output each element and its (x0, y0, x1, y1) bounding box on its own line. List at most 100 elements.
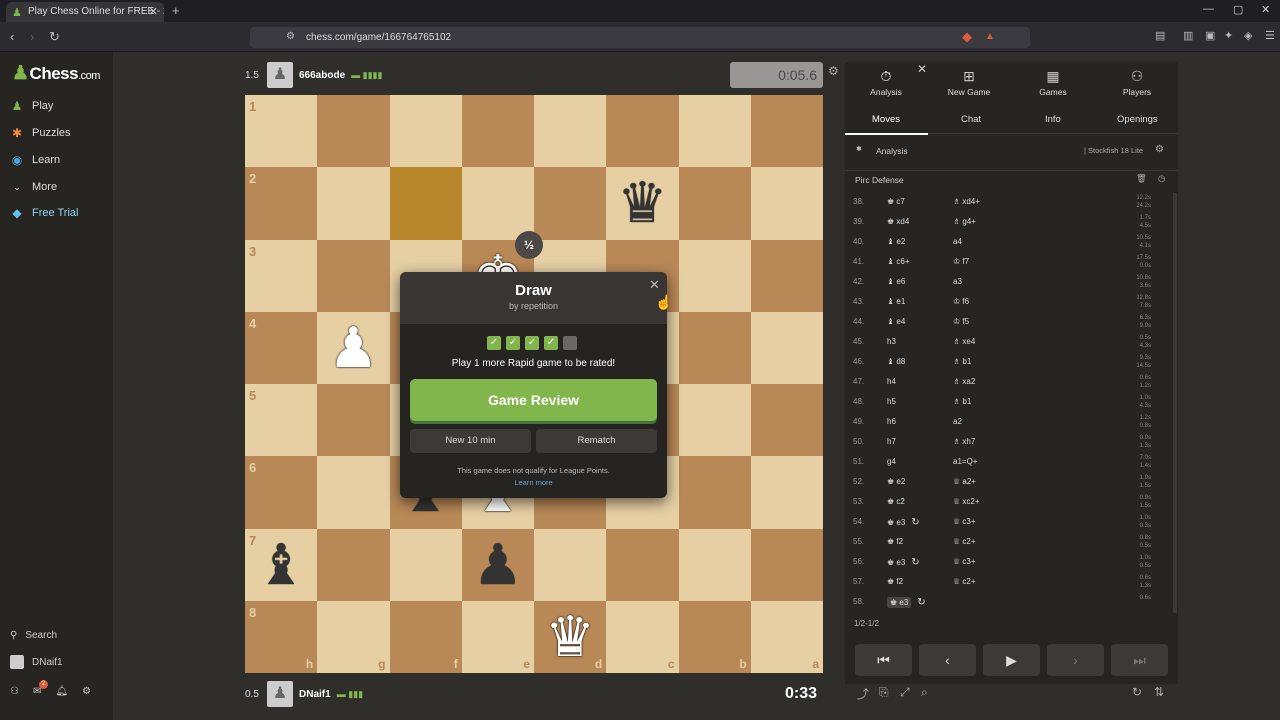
move-list-scrollbar[interactable] (1173, 193, 1177, 613)
board-square[interactable] (317, 384, 390, 457)
board-square[interactable]: 2 (245, 167, 318, 240)
play-moves-button[interactable]: ▶ (983, 644, 1040, 676)
board-square[interactable]: ♟ (461, 528, 534, 601)
board-square[interactable]: f (389, 600, 462, 673)
white-move[interactable]: g4 (887, 457, 896, 466)
white-move[interactable]: ♚ f2 (887, 577, 903, 586)
bell-icon[interactable]: 🔔︎ (55, 686, 68, 697)
next-move-button[interactable]: › (1047, 644, 1104, 676)
board-square[interactable]: ♛ (606, 167, 679, 240)
sidebar-toggle-icon[interactable]: ▤ (1155, 29, 1165, 42)
white-piece[interactable]: ♟ (317, 312, 389, 384)
black-move[interactable]: ♗ xe4 (953, 337, 975, 346)
white-move[interactable]: ♚ e3 ↻ (887, 517, 920, 528)
black-move[interactable]: ♕ c2+ (953, 577, 976, 586)
refresh-icon[interactable]: ↻ (1132, 685, 1142, 699)
prev-move-button[interactable]: ‹ (919, 644, 976, 676)
share-icon[interactable]: ⤴ (857, 685, 869, 702)
white-move[interactable]: h3 (887, 337, 896, 346)
black-move[interactable]: a2 (953, 417, 962, 426)
white-move[interactable]: ♚ e2 (887, 477, 905, 486)
white-move[interactable]: ♚ e3 ↻ (887, 557, 920, 568)
resize-icon[interactable]: ⤢ (900, 685, 910, 700)
tab-info[interactable]: Info (1045, 114, 1061, 125)
sidebar-item-puzzles[interactable]: ✱ Puzzles (10, 124, 71, 142)
board-square[interactable]: a (750, 600, 823, 673)
black-move[interactable]: ♔ f7 (953, 257, 969, 266)
board-square[interactable] (750, 239, 823, 312)
black-move[interactable]: ♗ g4+ (953, 217, 976, 226)
board-square[interactable] (389, 167, 462, 240)
board-square[interactable] (678, 95, 751, 168)
close-icon[interactable]: ✕ (649, 277, 660, 293)
new-game-button[interactable]: New 10 min (410, 429, 531, 453)
back-icon[interactable]: ‹ (10, 29, 14, 44)
black-move[interactable]: ♕ c2+ (953, 537, 976, 546)
board-square[interactable] (534, 528, 607, 601)
reload-icon[interactable]: ↻ (49, 29, 60, 45)
board-square[interactable]: g (317, 600, 390, 673)
board-square[interactable]: 1 (245, 95, 318, 168)
black-move[interactable]: a4 (953, 237, 962, 246)
close-window-icon[interactable]: ✕ (1261, 3, 1270, 16)
board-square[interactable] (750, 167, 823, 240)
game-review-button[interactable]: Game Review (410, 379, 657, 421)
black-piece[interactable]: ♛ (606, 167, 678, 239)
black-move[interactable]: ♗ xa2 (953, 377, 975, 386)
board-square[interactable] (750, 456, 823, 529)
maximize-icon[interactable]: ▢ (1233, 3, 1243, 16)
extensions-icon[interactable]: ✦ (1224, 29, 1233, 42)
mail-icon[interactable]: ✉ 2 (33, 680, 48, 697)
board-square[interactable] (606, 95, 679, 168)
bottom-player-avatar[interactable]: ♟ (267, 681, 293, 707)
alert-icon[interactable]: ▲ (985, 31, 995, 42)
white-move[interactable]: ♝ c6+ (887, 257, 910, 266)
settings-icon[interactable]: ⚙ (82, 686, 91, 697)
board-settings-icon[interactable]: ⚙ (828, 64, 839, 78)
nav-analysis[interactable]: ⏱ Analysis (851, 68, 921, 97)
zoom-icon[interactable]: ⌕ (921, 685, 928, 700)
board-square[interactable] (678, 384, 751, 457)
board-square[interactable]: ♟ (317, 311, 390, 384)
board-square[interactable] (461, 167, 534, 240)
black-move[interactable]: ♔ f5 (953, 317, 969, 326)
board-square[interactable]: e (461, 600, 534, 673)
sidebar-item-more[interactable]: ⌄ More (10, 178, 57, 196)
board-square[interactable] (317, 167, 390, 240)
white-move[interactable]: h4 (887, 377, 896, 386)
black-move[interactable]: ♗ b1 (953, 357, 971, 366)
shield-icon[interactable]: ◆ (962, 29, 972, 45)
black-move[interactable]: ♕ c3+ (953, 557, 976, 566)
black-move[interactable]: a3 (953, 277, 962, 286)
top-player-avatar[interactable]: ♟ (267, 62, 293, 88)
forward-icon[interactable]: › (30, 29, 34, 44)
minimize-icon[interactable]: — (1203, 3, 1214, 15)
white-move[interactable]: h6 (887, 417, 896, 426)
white-move[interactable]: ♝ e2 (887, 237, 905, 246)
wallet-icon[interactable]: ▣ (1205, 29, 1215, 42)
analysis-toggle-icon[interactable]: ✱ (856, 145, 862, 153)
board-square[interactable] (750, 311, 823, 384)
last-move-button[interactable]: ⏭ (1111, 644, 1168, 676)
white-move[interactable]: ♝ e6 (887, 277, 905, 286)
black-move[interactable]: ♗ xd4+ (953, 197, 980, 206)
white-move[interactable]: ♝ d8 (887, 357, 905, 366)
board-square[interactable] (678, 239, 751, 312)
close-icon[interactable]: ✕ (917, 62, 927, 76)
board-square[interactable] (389, 528, 462, 601)
nav-games[interactable]: ▦ Games (1018, 68, 1088, 97)
tab-moves[interactable]: Moves (872, 114, 900, 125)
black-move[interactable]: ♕ a2+ (953, 477, 976, 486)
nav-new-game[interactable]: ⊞ New Game (934, 68, 1004, 97)
white-move[interactable]: h5 (887, 397, 896, 406)
tab-chat[interactable]: Chat (961, 114, 981, 125)
black-move[interactable]: a1=Q+ (953, 457, 977, 466)
tab-openings[interactable]: Openings (1117, 114, 1158, 125)
vpn-icon[interactable]: ◈ (1244, 29, 1252, 42)
panel-icon[interactable]: ▥ (1183, 29, 1193, 42)
friends-icon[interactable]: ⚇ (10, 686, 19, 697)
board-square[interactable] (317, 239, 390, 312)
sidebar-user[interactable]: DNaif1 (10, 655, 63, 669)
white-move[interactable]: ♚ e3 ↻ (887, 597, 926, 608)
sidebar-item-free-trial[interactable]: ◆ Free Trial (10, 204, 78, 222)
